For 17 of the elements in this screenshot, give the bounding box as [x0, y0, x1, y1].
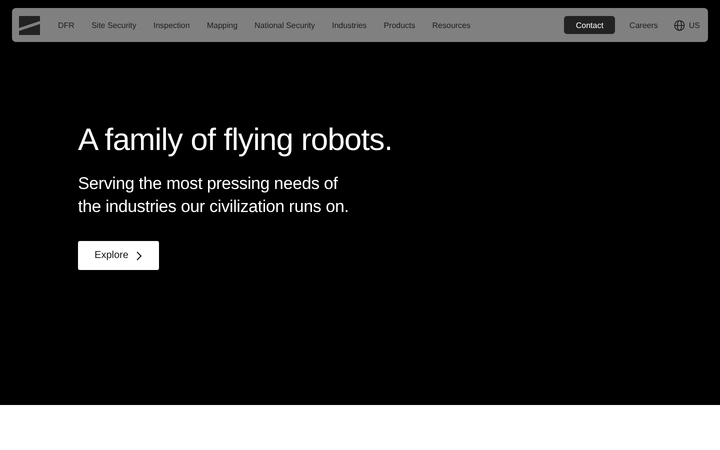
nav-link[interactable]: Industries: [332, 20, 367, 30]
nav-link[interactable]: DFR: [58, 20, 74, 30]
hero-subtitle: Serving the most pressing needs of the industries our civilization runs on.: [78, 173, 349, 218]
nav-link[interactable]: Resources: [432, 20, 471, 30]
nav-link[interactable]: Mapping: [206, 20, 238, 30]
explore-button[interactable]: Explore: [78, 241, 159, 270]
chevron-right-icon: [136, 250, 142, 260]
logo-icon[interactable]: [19, 16, 40, 34]
nav-link[interactable]: Products: [384, 20, 416, 30]
contact-button[interactable]: Contact: [564, 16, 616, 34]
nav-link[interactable]: Site Security: [91, 20, 136, 30]
nav-link[interactable]: Inspection: [153, 20, 190, 30]
careers-link[interactable]: Careers: [629, 20, 658, 30]
globe-icon: [674, 20, 685, 30]
hero-title: A family of flying robots.: [78, 122, 392, 158]
locale-button[interactable]: US: [674, 20, 700, 30]
nav-link[interactable]: National Security: [254, 20, 315, 30]
